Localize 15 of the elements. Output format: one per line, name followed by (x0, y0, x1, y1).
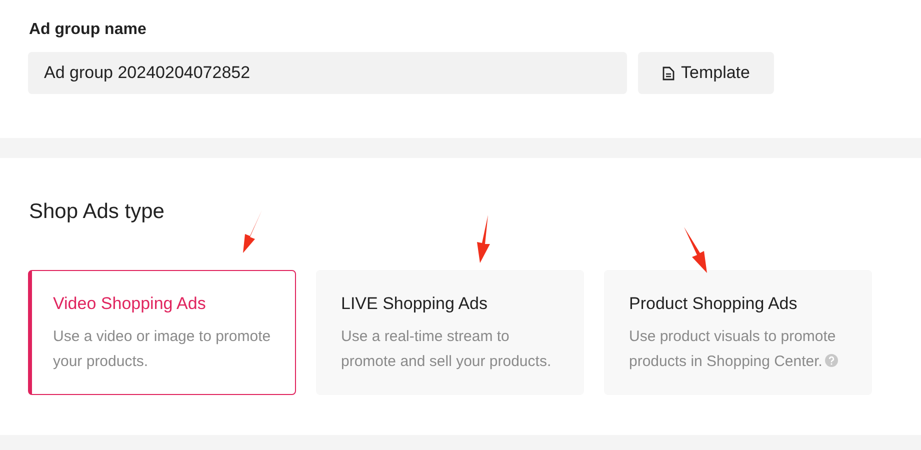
field-label: Ad group name (29, 21, 146, 39)
ad-type-card[interactable]: Video Shopping Ads Use a video or image to promote your products. (28, 270, 296, 395)
help-icon[interactable] (825, 354, 838, 367)
ad-type-card[interactable]: LIVE Shopping Ads Use a real-time stream to promote and sell your products. (316, 270, 584, 395)
card-description: Use a real-time stream to promote and sell your products. (341, 327, 552, 372)
ad-group-name-field[interactable]: Ad group 20240204072852 (28, 52, 627, 94)
ad-type-card[interactable]: Product Shopping Ads Use product visuals to promote products in Shopping Center. (604, 270, 872, 395)
template-button[interactable]: Template (638, 52, 774, 94)
card-description: Use product visuals to promote products in Shopping Center. (629, 324, 855, 374)
card-title: Video Shopping Ads (53, 294, 206, 314)
card-title: Product Shopping Ads (629, 294, 798, 314)
section-title: Shop Ads type (29, 200, 164, 224)
document-icon (662, 66, 675, 80)
card-description: Use a video or image to promote your products. (53, 327, 272, 372)
card-title: LIVE Shopping Ads (341, 294, 488, 314)
